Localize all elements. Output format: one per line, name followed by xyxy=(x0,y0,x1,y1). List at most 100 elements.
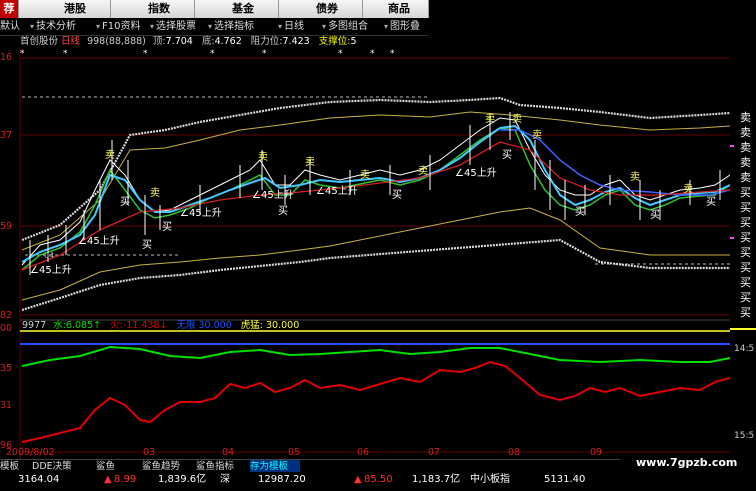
tab-funds[interactable]: 基金 xyxy=(208,0,279,18)
ticker-up-arrow-icon: ▲ xyxy=(354,474,362,485)
buy-signal: 买 xyxy=(740,291,751,304)
fire-value: -11.438↓ xyxy=(122,320,168,331)
main-chart: * * * * * * * * 卖 卖 卖 卖 卖 卖 卖 卖 卖 卖 卖 买 买 买 买 买… xyxy=(19,48,730,460)
sell-signal: 卖 xyxy=(532,129,542,141)
ticker-market: 深 xyxy=(220,474,230,485)
ticker-value: 8.99 xyxy=(114,474,137,485)
ticker-value: 12987.20 xyxy=(258,474,306,485)
x-label: 06 xyxy=(357,447,370,458)
up45-label: ∠45上升 xyxy=(252,189,294,201)
sell-signal: 卖 xyxy=(740,126,751,139)
sell-signal: 卖 xyxy=(485,113,495,125)
ticker-value: 5131.40 xyxy=(544,474,586,485)
marker xyxy=(730,145,734,147)
buy-signal: 买 xyxy=(502,149,512,161)
buy-signal: 买 xyxy=(740,261,751,274)
buy-signal: 买 xyxy=(392,189,402,201)
ticker-value: 3164.04 xyxy=(18,474,60,485)
resist-value: 7.423 xyxy=(282,36,310,47)
right-signal-column: 卖 卖 卖 卖 卖 买 买 买 买 买 买 买 买 买 14:5 15:5 xyxy=(730,0,756,487)
x-label: 05 xyxy=(288,447,301,458)
buy-signal: 买 xyxy=(706,196,716,208)
svg-text:*: * xyxy=(20,49,25,59)
top-value: 7.704 xyxy=(165,36,193,47)
tab-recommend[interactable]: 荐 xyxy=(0,0,19,18)
svg-text:*: * xyxy=(63,49,68,59)
buy-signal: 买 xyxy=(575,206,585,218)
menu-tech-analysis[interactable]: ▾ 技术分析 xyxy=(30,18,76,35)
x-label: 09 xyxy=(590,447,603,458)
svg-text:*: * xyxy=(143,49,148,59)
buy-signal: 买 xyxy=(740,201,751,214)
caret-icon: ▾ xyxy=(278,22,283,31)
ticker-value: 85.50 xyxy=(364,474,393,485)
water-line xyxy=(21,345,730,367)
buy-signal: 买 xyxy=(278,205,288,217)
tab-index[interactable]: 指数 xyxy=(124,0,195,18)
sell-signal: 卖 xyxy=(512,113,522,125)
x-label: 08 xyxy=(508,447,521,458)
menu-f10[interactable]: ▾ F10资料 xyxy=(96,18,141,35)
tab-commodities[interactable]: 商品 xyxy=(370,0,429,18)
x-axis: 2009/8/02 03 04 05 06 07 08 09 xyxy=(0,447,620,459)
up45-label: ∠45上升 xyxy=(78,235,120,247)
menu-overlay[interactable]: ▾ 图形叠 xyxy=(384,18,420,35)
sell-signal: 卖 xyxy=(105,149,115,161)
period-label: 日线 xyxy=(61,36,81,47)
menu-select-stock[interactable]: ▾ 选择股票 xyxy=(150,18,196,35)
x-label: 07 xyxy=(428,447,441,458)
x-label: 03 xyxy=(143,447,156,458)
buy-signal: 买 xyxy=(740,306,751,319)
ticker-index-name: 中小板指 xyxy=(470,474,510,485)
lower-gold-band xyxy=(21,207,730,301)
svg-text:*: * xyxy=(338,49,343,59)
marker xyxy=(730,328,756,330)
sell-signal: 卖 xyxy=(258,151,268,163)
x-label: 2009/8/02 xyxy=(6,447,55,458)
caret-icon: ▾ xyxy=(384,22,389,31)
ticker-value: 1,183.7亿 xyxy=(412,474,461,485)
time-label: 14:5 xyxy=(734,344,754,354)
support-value: 5 xyxy=(350,36,357,47)
x-label: 04 xyxy=(222,447,235,458)
svg-text:*: * xyxy=(210,49,215,59)
gen-value: 30.000 xyxy=(198,320,232,331)
menu-select-indicator[interactable]: ▾ 选择指标 xyxy=(208,18,254,35)
market-ticker: 3164.04 ▲ 8.99 1,839.6亿 深 12987.20 ▲ 85.… xyxy=(0,472,620,487)
sell-signal: 卖 xyxy=(740,171,751,184)
sell-signal: 卖 xyxy=(740,111,751,124)
caret-icon: ▾ xyxy=(30,22,35,31)
sell-signal: 卖 xyxy=(740,156,751,169)
buy-signal: 买 xyxy=(650,209,660,221)
tab-hk-stocks[interactable]: 港股 xyxy=(40,0,111,18)
watermark: www.7gpzb.com xyxy=(636,456,738,469)
svg-text:*: * xyxy=(262,49,267,59)
menu-multi-chart[interactable]: ▾ 多图组合 xyxy=(322,18,368,35)
sell-signal: 卖 xyxy=(150,187,160,199)
tab-bonds[interactable]: 债券 xyxy=(292,0,363,18)
stock-code: 998(88,888) xyxy=(87,36,146,47)
buy-signal: 买 xyxy=(740,276,751,289)
caret-icon: ▾ xyxy=(322,22,327,31)
ticker-up-arrow-icon: ▲ xyxy=(104,474,112,485)
up45-label: ∠45上升 xyxy=(455,167,497,179)
caret-icon: ▾ xyxy=(208,22,213,31)
marker xyxy=(730,237,734,239)
menu-default[interactable]: 默认 xyxy=(0,18,20,35)
up45-label: ∠45上升 xyxy=(316,185,358,197)
buy-signal: 买 xyxy=(740,186,751,199)
menu-daily[interactable]: ▾ 日线 xyxy=(278,18,304,35)
caret-icon: ▾ xyxy=(96,22,101,31)
sell-signal: 卖 xyxy=(630,171,640,183)
up45-label: ∠45上升 xyxy=(180,207,222,219)
bottom-value: 4.762 xyxy=(214,36,242,47)
template-tab-bar: 模板 DDE决策 鲨鱼 鲨鱼趋势 鲨鱼指标 存为模板 xyxy=(0,459,620,473)
buy-signal: 买 xyxy=(162,221,172,233)
ticker-value: 1,839.6亿 xyxy=(158,474,207,485)
buy-signal: 买 xyxy=(740,231,751,244)
svg-text:*: * xyxy=(390,49,395,59)
sell-signal: 卖 xyxy=(740,141,751,154)
water-value: 6.085↑ xyxy=(65,320,102,331)
sell-signal: 卖 xyxy=(360,169,370,181)
market-tab-bar: 荐 港股 指数 基金 债券 商品 xyxy=(0,0,429,18)
